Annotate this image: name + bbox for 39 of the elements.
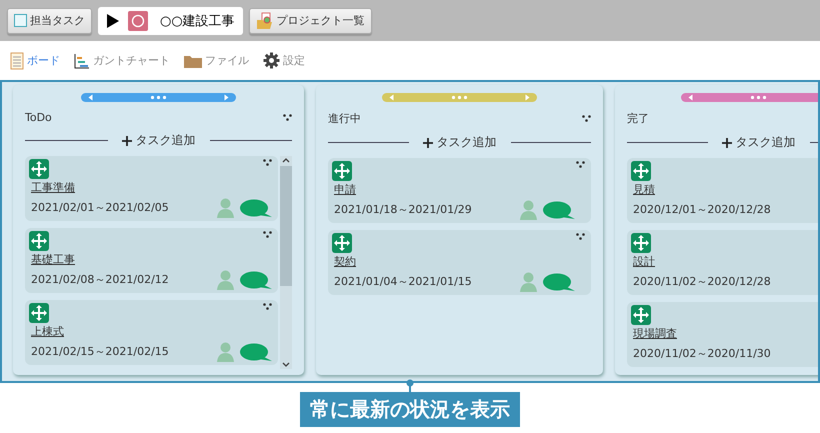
task-dates: 2021/01/04～2021/01/15 xyxy=(333,275,473,289)
project-selector[interactable]: ○○建設工事 xyxy=(98,6,243,34)
task-card[interactable]: 契約 2021/01/04～2021/01/15 xyxy=(328,230,591,295)
task-dates: 2021/02/15～2021/02/15 xyxy=(30,345,170,359)
task-card[interactable]: 現場調査 2020/11/02～2020/11/30 xyxy=(627,302,818,367)
task-title-link[interactable]: 基礎工事 xyxy=(29,253,75,266)
task-card[interactable]: 設計 2020/11/02～2020/12/28 xyxy=(627,230,818,295)
project-list-button[interactable]: プロジェクト一覧 xyxy=(248,8,372,34)
task-title-link[interactable]: 工事準備 xyxy=(29,181,75,194)
task-dates: 2020/11/02～2020/11/30 xyxy=(632,347,772,361)
nav-tab[interactable]: 設定 xyxy=(263,52,305,69)
nav-tab[interactable]: ボード xyxy=(10,52,60,70)
callout-label: 常に最新の状況を表示 xyxy=(300,392,520,427)
my-tasks-button[interactable]: 担当タスク xyxy=(7,8,92,34)
task-card[interactable]: 上棟式 2021/02/15～2021/02/15 xyxy=(25,300,278,365)
task-card[interactable]: 見積 2020/12/01～2020/12/28 xyxy=(627,158,818,223)
add-task-button[interactable]: タスク追加 xyxy=(422,134,496,151)
task-dates: 2021/02/08～2021/02/12 xyxy=(30,273,170,287)
task-card[interactable]: 基礎工事 2021/02/08～2021/02/12 xyxy=(25,228,278,293)
task-title-link[interactable]: 申請 xyxy=(332,183,356,196)
task-card[interactable]: 工事準備 2021/02/01～2021/02/05 xyxy=(25,156,278,221)
nav-tab[interactable]: ファイル xyxy=(184,53,249,68)
task-dates: 2020/12/01～2020/12/28 xyxy=(632,203,772,217)
task-title-link[interactable]: 上棟式 xyxy=(29,325,64,338)
add-task-button[interactable]: タスク追加 xyxy=(722,134,796,151)
task-title-link[interactable]: 見積 xyxy=(631,183,655,196)
task-title-link[interactable]: 現場調査 xyxy=(631,327,677,340)
task-title-link[interactable]: 契約 xyxy=(332,255,356,268)
column-title: 完了 xyxy=(627,111,649,126)
task-dates: 2020/11/02～2020/12/28 xyxy=(632,275,772,289)
nav-tab[interactable]: ガントチャート xyxy=(74,52,170,68)
task-title-link[interactable]: 設計 xyxy=(631,255,655,268)
add-task-button[interactable]: タスク追加 xyxy=(122,132,196,149)
column-title: 進行中 xyxy=(328,111,361,126)
task-card[interactable]: 申請 2021/01/18～2021/01/29 xyxy=(328,158,591,223)
task-dates: 2021/01/18～2021/01/29 xyxy=(333,203,473,217)
task-dates: 2021/02/01～2021/02/05 xyxy=(30,201,170,215)
column-title: ToDo xyxy=(25,111,52,124)
project-name: ○○建設工事 xyxy=(160,12,235,30)
